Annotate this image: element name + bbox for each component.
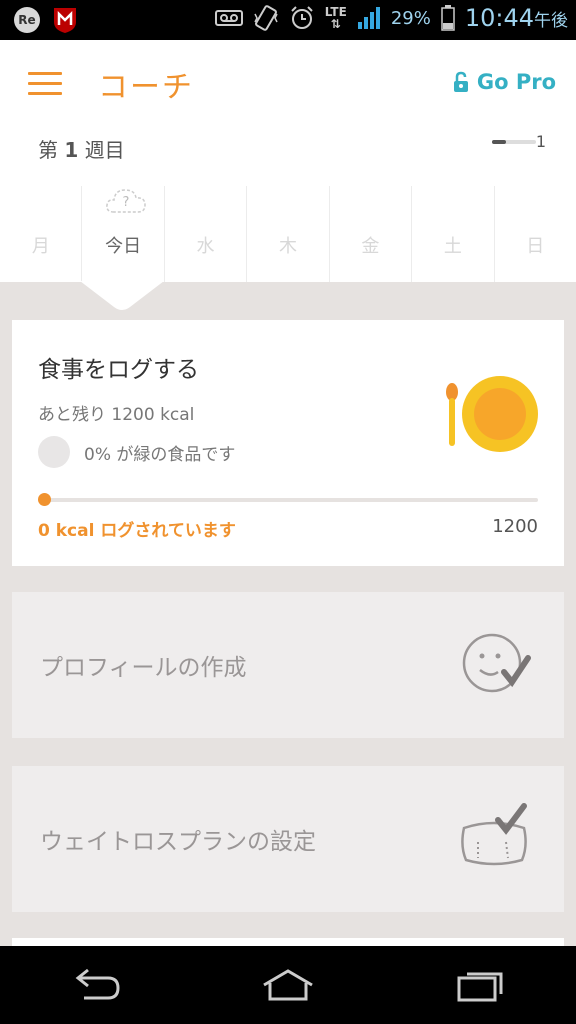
smiley-check-icon	[462, 633, 531, 693]
green-food-percent: 0% が緑の食品です	[84, 445, 236, 465]
day-label: 月	[31, 236, 50, 257]
task-label: プロフィールの作成	[40, 655, 247, 681]
day-tab-sat[interactable]: 土	[412, 186, 495, 282]
today-badge: ?	[123, 195, 130, 210]
day-tab-sun[interactable]: 日	[495, 186, 576, 282]
day-tab-fri[interactable]: 金	[330, 186, 413, 282]
page-title: コーチ	[98, 70, 194, 105]
scale-check-icon	[461, 803, 527, 866]
battery-icon	[441, 5, 455, 31]
green-food-pie-icon	[38, 436, 70, 468]
plate-spoon-icon	[446, 376, 538, 452]
recent-apps-icon	[457, 972, 503, 1002]
back-icon	[75, 968, 120, 1000]
re-app-icon: Re	[14, 7, 40, 33]
day-tab-wed[interactable]: 水	[165, 186, 248, 282]
day-tab-thu[interactable]: 木	[247, 186, 330, 282]
log-meal-card[interactable]: 食事をログする あと残り 1200 kcal 0% が緑の食品です 0 kcal…	[12, 320, 564, 566]
battery-percent: 29%	[390, 7, 431, 29]
day-label: 金	[361, 236, 380, 257]
logged-calories: 0 kcal ログされています	[38, 521, 236, 541]
network-type: LTE ⇅	[324, 5, 347, 31]
signal-icon	[357, 7, 380, 29]
meal-card-title: 食事をログする	[38, 357, 199, 383]
day-label: 土	[443, 236, 462, 257]
week-page-indicator	[492, 140, 536, 144]
menu-icon[interactable]	[28, 72, 62, 96]
selected-day-pointer	[80, 281, 164, 310]
remaining-calories: あと残り 1200 kcal	[38, 405, 195, 425]
recent-apps-button[interactable]	[445, 960, 515, 1010]
go-pro-label: Go Pro	[476, 70, 556, 94]
week-page-number: 1	[535, 132, 546, 151]
voicemail-icon	[214, 10, 243, 26]
day-label: 木	[278, 236, 297, 257]
alarm-icon	[291, 6, 313, 29]
create-profile-card[interactable]: プロフィールの作成	[12, 592, 564, 738]
day-tab-mon[interactable]: 月	[0, 186, 83, 282]
day-label: 今日	[105, 236, 142, 257]
day-tab-today[interactable]: ? 今日	[82, 186, 165, 282]
week-header: 第 1 週目 1	[0, 130, 576, 186]
day-label: 日	[526, 236, 545, 257]
weight-loss-plan-card[interactable]: ウェイトロスプランの設定	[12, 766, 564, 912]
go-pro-button[interactable]: Go Pro	[453, 70, 556, 94]
status-bar: Re LTE ⇅ 29% 10:44午後	[0, 0, 576, 40]
week-label: 第 1 週目	[38, 138, 125, 162]
cloud-question-icon: ?	[106, 189, 147, 213]
system-nav-bar	[0, 946, 576, 1024]
back-button[interactable]	[61, 960, 131, 1010]
app-bar: コーチ Go Pro	[0, 40, 576, 130]
day-selector: 月 ? 今日 水 木 金 土 日	[0, 186, 576, 282]
home-button[interactable]	[253, 960, 323, 1010]
lock-icon	[453, 71, 468, 92]
vibrate-icon	[254, 5, 278, 31]
home-icon	[263, 969, 313, 1001]
task-label: ウェイトロスプランの設定	[40, 829, 316, 855]
day-label: 水	[196, 236, 215, 257]
clock: 10:44午後	[464, 4, 568, 32]
mcafee-icon	[54, 8, 76, 33]
calorie-goal: 1200	[492, 516, 538, 537]
calorie-progress-track	[44, 498, 538, 502]
calorie-progress-indicator	[38, 493, 51, 506]
